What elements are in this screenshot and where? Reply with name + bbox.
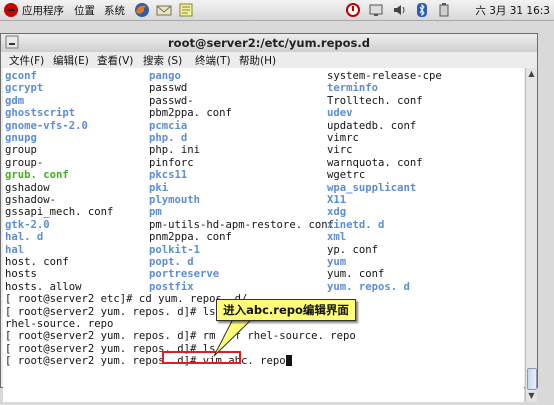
listing-entry: vimrc	[327, 132, 359, 144]
notes-icon[interactable]	[178, 2, 194, 18]
scroll-down-icon[interactable]: ▼	[527, 391, 536, 400]
listing-entry: pinforc	[149, 156, 194, 169]
listing-entry: X11	[327, 194, 347, 206]
scroll-thumb[interactable]	[527, 368, 537, 390]
listing-entry: system-release-cpe	[327, 70, 442, 82]
listing-entry: postfix	[149, 280, 194, 293]
listing-entry: pki	[149, 181, 169, 194]
listing-entry: gnome-vfs-2.0	[5, 119, 88, 132]
annotation-callout: 进入abc.repo编辑界面	[216, 299, 356, 321]
listing-entry: updatedb. conf	[327, 119, 417, 132]
listing-entry: pbm2ppa. conf	[149, 107, 232, 120]
listing-entry: gdm	[5, 94, 25, 107]
menu-file[interactable]: 文件(F)	[9, 53, 44, 68]
listing-entry: pango	[149, 70, 181, 82]
listing-entry: pm-utils-hd-apm-restore. conf	[149, 218, 334, 231]
redhat-icon[interactable]	[3, 2, 19, 18]
listing-entry: pnm2ppa. conf	[149, 231, 232, 244]
listing-entry: yum. repos. d	[327, 280, 410, 293]
listing-entry: xinetd. d	[327, 218, 385, 231]
scrollbar[interactable]: ▲ ▼	[525, 68, 537, 402]
terminal-line: [ root@server2 yum. repos. d]# ls	[5, 306, 215, 318]
terminal-line-text: [ root@server2 yum. repos. d]# ls	[5, 305, 216, 318]
terminal-line: [ root@server2 etc]# cd yum. repos. d/	[5, 293, 247, 305]
cursor	[285, 355, 292, 367]
terminal-line: [ root@server2 yum. repos. d]# rm -rf rh…	[5, 330, 356, 342]
applications-menu[interactable]: 应用程序	[22, 3, 64, 18]
listing-entry: polkit-1	[149, 243, 201, 256]
scroll-up-icon[interactable]: ▲	[527, 69, 536, 78]
listing-entry: gssapi_mech. conf	[5, 206, 114, 219]
command-highlight-box	[162, 351, 241, 364]
menu-help[interactable]: 帮助(H)	[239, 53, 276, 68]
listing-entry: wgetrc	[327, 169, 366, 182]
panel-clock[interactable]: 六 3月 31 16:3	[475, 3, 550, 18]
listing-entry: popt. d	[149, 256, 194, 268]
listing-entry: xml	[327, 231, 347, 244]
listing-entry: gshadow	[5, 181, 50, 194]
listing-entry: gshadow-	[5, 194, 57, 206]
menu-terminal[interactable]: 终端(T)	[195, 53, 231, 68]
listing-entry: ghostscript	[5, 107, 76, 120]
listing-entry: xdg	[327, 206, 347, 219]
terminal-line: [ root@server2 yum. repos. d]# vim abc. …	[5, 355, 292, 367]
listing-entry: gconf	[5, 70, 37, 82]
listing-entry: yum. conf	[327, 268, 385, 281]
listing-entry: hal	[5, 243, 25, 256]
listing-entry: group	[5, 144, 37, 157]
listing-entry: warnquota. conf	[327, 156, 423, 169]
listing-entry: passwd-	[149, 94, 194, 107]
firefox-icon[interactable]	[134, 2, 150, 18]
menu-search[interactable]: 搜索 (S)	[143, 53, 182, 68]
terminal-output[interactable]: gconf pango system-release-cpe gcrypt passwd…	[3, 68, 524, 402]
listing-entry: Trolltech. conf	[327, 94, 423, 107]
listing-entry: udev	[327, 107, 353, 120]
system-menu[interactable]: 系统	[104, 3, 125, 18]
terminal-line-text: [ root@server2 etc]# cd yum. repos. d/	[5, 293, 248, 306]
network-icon[interactable]	[345, 2, 361, 18]
terminal-window: root@server2:/etc/yum.repos.d 文件(F) 编辑(E…	[0, 33, 538, 402]
listing-entry: hosts. allow	[5, 280, 82, 293]
menu-view[interactable]: 查看(V)	[97, 53, 133, 68]
volume-icon[interactable]	[392, 2, 408, 18]
terminal-line-text: rhel-source. repo	[5, 318, 114, 330]
listing-entry: gcrypt	[5, 82, 44, 95]
listing-entry: pkcs11	[149, 169, 188, 182]
terminal-line: rhel-source. repo	[5, 318, 113, 330]
listing-entry: terminfo	[327, 82, 379, 95]
window-titlebar[interactable]: root@server2:/etc/yum.repos.d	[1, 34, 537, 53]
listing-entry: php. ini	[149, 144, 201, 157]
listing-entry: group-	[5, 156, 44, 169]
display-icon[interactable]	[368, 2, 384, 18]
battery-icon[interactable]	[436, 2, 452, 18]
listing-entry: wpa_supplicant	[327, 181, 417, 194]
listing-entry: virc	[327, 144, 353, 157]
listing-entry: passwd	[149, 82, 188, 95]
bluetooth-icon[interactable]	[414, 2, 430, 18]
listing-entry: hosts	[5, 268, 37, 281]
listing-entry: grub. conf	[5, 169, 69, 182]
listing-entry: host. conf	[5, 256, 69, 268]
terminal-line-text: [ root@server2 yum. repos. d]# rm -rf rh…	[5, 330, 356, 343]
listing-entry: yum	[327, 256, 347, 268]
listing-entry: gtk-2.0	[5, 218, 50, 231]
listing-entry: hal. d	[5, 231, 44, 244]
listing-entry: php. d	[149, 132, 188, 144]
listing-entry: pcmcia	[149, 119, 188, 132]
listing-entry: portreserve	[149, 268, 220, 281]
mail-icon[interactable]	[156, 2, 172, 18]
menubar: 文件(F) 编辑(E) 查看(V) 搜索 (S) 终端(T) 帮助(H)	[1, 52, 537, 68]
menu-edit[interactable]: 编辑(E)	[53, 53, 89, 68]
window-title: root@server2:/etc/yum.repos.d	[168, 36, 370, 50]
places-menu[interactable]: 位置	[74, 3, 95, 18]
listing-entry: plymouth	[149, 194, 201, 206]
top-panel: 应用程序 位置 系统 六 3月 31 16:3	[0, 0, 554, 21]
listing-entry: gnupg	[5, 132, 37, 144]
listing-entry: pm	[149, 206, 162, 219]
listing-entry: yp. conf	[327, 243, 379, 256]
